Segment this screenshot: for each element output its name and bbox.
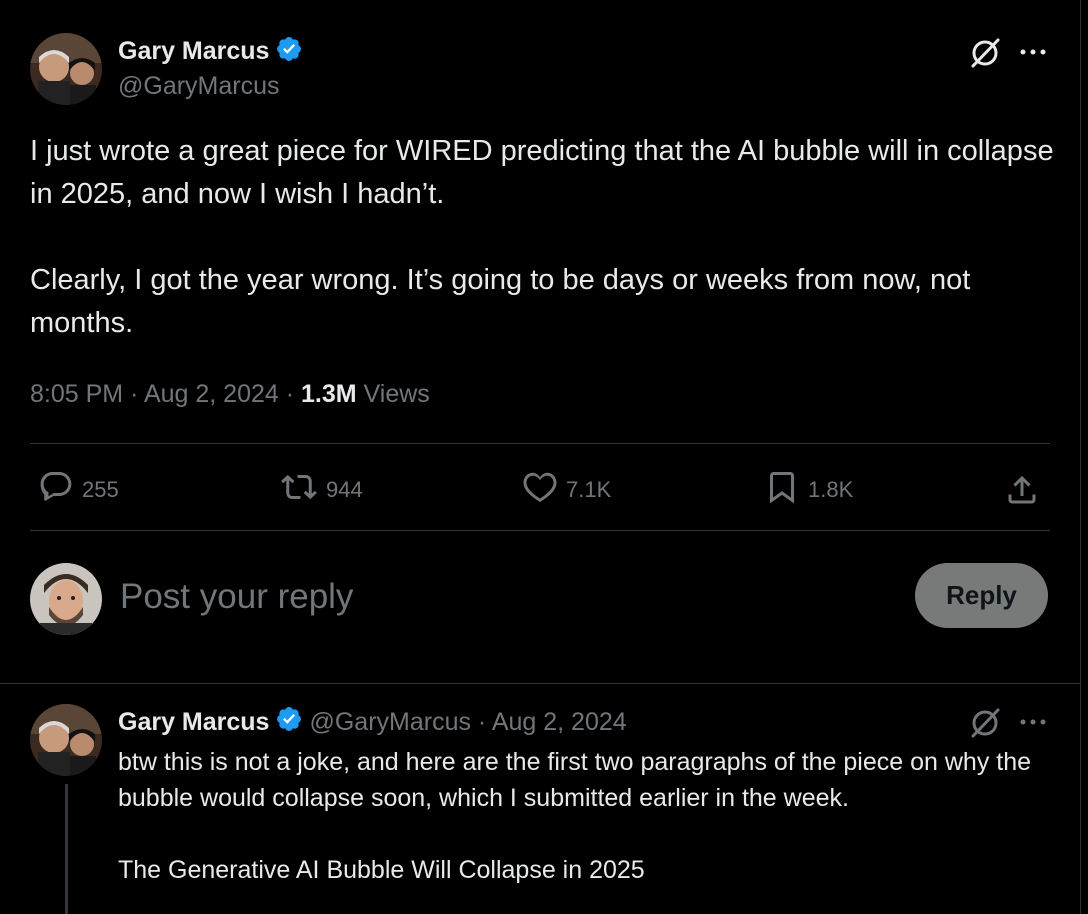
reply-input[interactable]: Post your reply xyxy=(120,575,880,619)
thread-line xyxy=(65,784,68,914)
reply-icon xyxy=(38,469,74,511)
bookmark-count: 1.8K xyxy=(808,477,854,502)
views-count: 1.3M xyxy=(301,380,357,408)
verified-badge-icon[interactable] xyxy=(275,705,303,740)
post-paragraph: Clearly, I got the year wrong. It’s goin… xyxy=(30,264,971,339)
divider xyxy=(30,530,1050,531)
like-action[interactable]: 7.1K xyxy=(522,470,611,510)
reply-meta[interactable]: @GaryMarcus · Aug 2, 2024 xyxy=(309,708,626,737)
grok-icon[interactable] xyxy=(968,706,1002,740)
author-name-row: Gary Marcus xyxy=(118,34,303,68)
bookmark-action[interactable]: 1.8K xyxy=(764,470,853,510)
reply-action[interactable]: 255 xyxy=(38,470,119,510)
more-icon[interactable] xyxy=(1018,40,1048,64)
bookmark-icon xyxy=(764,469,800,511)
reply-paragraph: The Generative AI Bubble Will Collapse i… xyxy=(118,856,645,884)
reply-button[interactable]: Reply xyxy=(915,563,1048,628)
like-count: 7.1K xyxy=(566,477,612,502)
author-avatar[interactable] xyxy=(30,33,102,105)
divider xyxy=(0,683,1080,684)
author-handle[interactable]: @GaryMarcus xyxy=(118,72,280,101)
grok-icon[interactable] xyxy=(968,36,1002,70)
reply-header: Gary Marcus @GaryMarcus · Aug 2, 2024 xyxy=(118,704,627,740)
repost-action[interactable]: 944 xyxy=(280,470,363,510)
views-label: Views xyxy=(356,380,430,408)
post-paragraph: I just wrote a great piece for WIRED pre… xyxy=(30,135,1054,210)
repost-count: 944 xyxy=(326,477,363,502)
verified-badge-icon[interactable] xyxy=(275,35,303,68)
like-icon xyxy=(522,469,558,511)
reply-author-avatar[interactable] xyxy=(30,704,102,776)
author-name[interactable]: Gary Marcus xyxy=(118,37,269,66)
repost-icon xyxy=(280,469,318,511)
more-icon[interactable] xyxy=(1018,710,1048,734)
reply-count: 255 xyxy=(82,477,119,502)
post-detail-panel: Gary Marcus @GaryMarcus I just wrote a g… xyxy=(0,0,1081,914)
post-text: I just wrote a great piece for WIRED pre… xyxy=(30,130,1060,345)
divider xyxy=(30,443,1050,444)
share-icon[interactable] xyxy=(1004,472,1040,508)
post-meta: 8:05 PM · Aug 2, 2024 · 1.3M Views xyxy=(30,376,430,412)
reply-paragraph: btw this is not a joke, and here are the… xyxy=(118,748,1032,812)
current-user-avatar[interactable] xyxy=(30,563,102,635)
post-timestamp[interactable]: 8:05 PM · Aug 2, 2024 · xyxy=(30,380,301,408)
reply-author-name[interactable]: Gary Marcus xyxy=(118,708,269,737)
reply-text: btw this is not a joke, and here are the… xyxy=(118,744,1053,888)
